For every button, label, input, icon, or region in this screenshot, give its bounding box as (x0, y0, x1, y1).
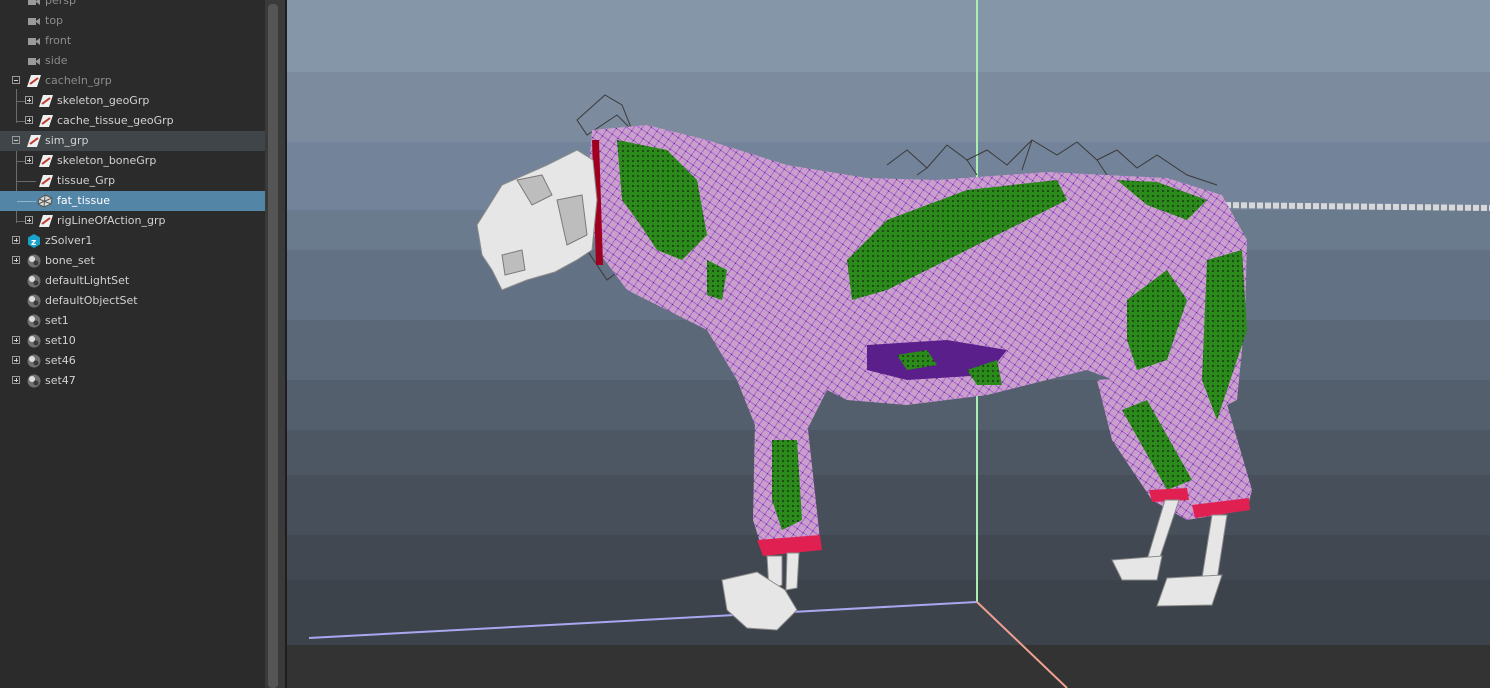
set-icon (26, 293, 42, 309)
outliner-item-label: cacheIn_grp (45, 74, 112, 87)
group-icon (26, 133, 42, 149)
viewport-canvas[interactable] (287, 0, 1490, 688)
outliner-item-label: set1 (45, 314, 69, 327)
outliner-item-zsolver1[interactable]: z zSolver1 (0, 231, 265, 251)
outliner-item-set47[interactable]: set47 (0, 371, 265, 391)
hierarchy-line (17, 161, 25, 162)
outliner-item-defaultlightset[interactable]: defaultLightSet (0, 271, 265, 291)
expand-toggle[interactable] (25, 216, 33, 224)
svg-text:z: z (31, 238, 36, 248)
outliner-item-label: set10 (45, 334, 76, 347)
outliner-item-set46[interactable]: set46 (0, 351, 265, 371)
outliner-item-defaultobjectset[interactable]: defaultObjectSet (0, 291, 265, 311)
tail-bones (1216, 202, 1490, 211)
outliner-item-label: bone_set (45, 254, 95, 267)
viewport-background-band (287, 535, 1490, 580)
expand-toggle[interactable] (12, 336, 20, 344)
outliner-item-label: set46 (45, 354, 76, 367)
zsolver-icon: z (26, 233, 42, 249)
outliner-item-label: skeleton_geoGrp (57, 94, 150, 107)
outliner-item-label: set47 (45, 374, 76, 387)
outliner-item-riglineofaction-grp[interactable]: rigLineOfAction_grp (0, 211, 265, 231)
outliner-item-set10[interactable]: set10 (0, 331, 265, 351)
outliner-item-label: front (45, 34, 72, 47)
outliner-item-top[interactable]: top (0, 11, 265, 31)
expand-toggle[interactable] (25, 156, 33, 164)
3d-viewport[interactable] (287, 0, 1490, 688)
outliner-item-label: skeleton_boneGrp (57, 154, 157, 167)
collapse-toggle[interactable] (12, 136, 20, 144)
viewport-background-band (287, 475, 1490, 535)
expand-toggle[interactable] (12, 356, 20, 364)
outliner-item-label: defaultLightSet (45, 274, 130, 287)
camera-icon (26, 53, 42, 69)
outliner-item-front[interactable]: front (0, 31, 265, 51)
outliner-item-set1[interactable]: set1 (0, 311, 265, 331)
expand-toggle[interactable] (12, 376, 20, 384)
outliner-item-label: tissue_Grp (57, 174, 116, 187)
outliner-item-label: top (45, 14, 64, 27)
outliner-item-label: sim_grp (45, 134, 89, 147)
outliner-item-label: defaultObjectSet (45, 294, 138, 307)
outliner-item-persp[interactable]: persp (0, 0, 265, 11)
outliner-panel: persp top front side cacheIn_grp skeleto… (0, 0, 265, 688)
outliner-item-label: zSolver1 (45, 234, 93, 247)
viewport-background-band (287, 72, 1490, 142)
set-icon (26, 253, 42, 269)
outliner-item-label: rigLineOfAction_grp (57, 214, 166, 227)
hierarchy-line (17, 221, 25, 222)
expand-toggle[interactable] (25, 96, 33, 104)
set-icon (26, 353, 42, 369)
group-icon (38, 153, 54, 169)
camera-icon (26, 0, 42, 9)
hierarchy-line (17, 181, 36, 182)
mesh-icon (36, 193, 53, 209)
outliner-item-cache-tissue-geogrp[interactable]: cache_tissue_geoGrp (0, 111, 265, 131)
hierarchy-line (17, 201, 36, 202)
outliner-item-label: cache_tissue_geoGrp (57, 114, 174, 127)
group-icon (38, 213, 54, 229)
outliner-item-fat-tissue[interactable]: fat_tissue (0, 191, 265, 211)
outliner-item-cachein-grp[interactable]: cacheIn_grp (0, 71, 265, 91)
camera-icon (26, 33, 42, 49)
viewport-background-band (287, 580, 1490, 645)
expand-toggle[interactable] (12, 256, 20, 264)
viewport-floor (287, 645, 1490, 688)
group-icon (38, 113, 54, 129)
outliner-item-sim-grp[interactable]: sim_grp (0, 131, 265, 151)
group-icon (26, 73, 42, 89)
expand-toggle[interactable] (12, 236, 20, 244)
outliner-item-skeleton-bonegrp[interactable]: skeleton_boneGrp (0, 151, 265, 171)
outliner-scrollbar[interactable] (265, 0, 285, 688)
set-icon (26, 273, 42, 289)
outliner-item-label: side (45, 54, 68, 67)
viewport-background-band (287, 430, 1490, 475)
outliner-item-label: fat_tissue (57, 194, 110, 207)
group-icon (38, 93, 54, 109)
camera-icon (26, 13, 42, 29)
set-icon (26, 333, 42, 349)
hierarchy-line (17, 101, 25, 102)
expand-toggle[interactable] (25, 116, 33, 124)
outliner-item-bone-set[interactable]: bone_set (0, 251, 265, 271)
outliner-item-side[interactable]: side (0, 51, 265, 71)
collapse-toggle[interactable] (12, 76, 20, 84)
hierarchy-line (17, 121, 25, 122)
set-icon (26, 373, 42, 389)
set-icon (26, 313, 42, 329)
group-icon (38, 173, 54, 189)
scrollbar-thumb[interactable] (268, 4, 278, 688)
outliner-item-tissue-grp[interactable]: tissue_Grp (0, 171, 265, 191)
outliner-item-skeleton-geogrp[interactable]: skeleton_geoGrp (0, 91, 265, 111)
outliner-item-label: persp (45, 0, 76, 7)
